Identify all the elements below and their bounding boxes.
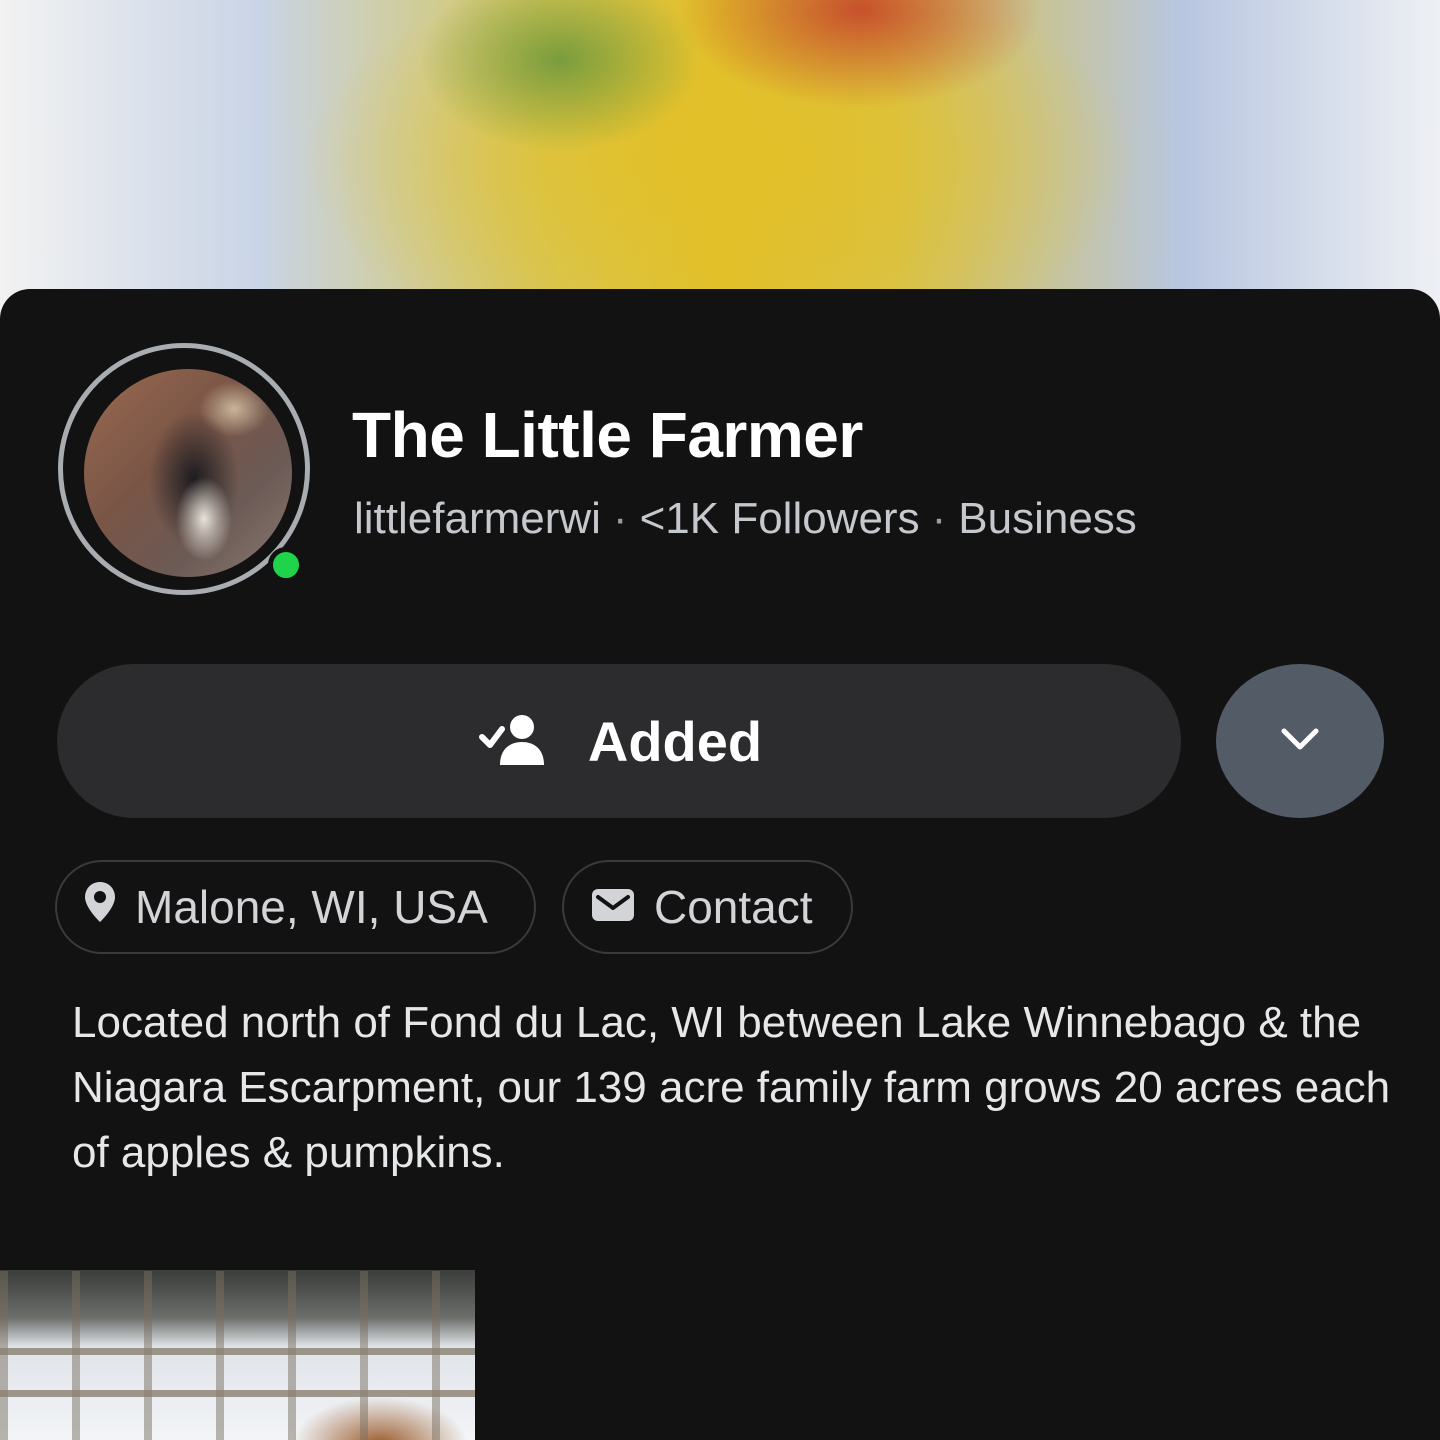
chevron-down-icon: [1278, 725, 1322, 758]
mail-icon: [590, 880, 636, 934]
profile-banner: [0, 0, 1440, 320]
separator: ·: [931, 494, 947, 543]
follower-count: <1K Followers: [639, 494, 920, 543]
thumbnail-fence: [0, 1271, 475, 1440]
avatar[interactable]: [84, 369, 292, 577]
added-button[interactable]: Added: [57, 664, 1181, 818]
account-type: Business: [958, 494, 1137, 543]
location-pin-icon: [83, 880, 117, 935]
online-status-dot: [268, 547, 304, 583]
thumbnail-rail: [0, 1390, 475, 1397]
profile-name: The Little Farmer: [352, 399, 863, 471]
username: littlefarmerwi: [354, 494, 601, 543]
contact-chip[interactable]: Contact: [562, 860, 853, 954]
user-check-icon: [476, 711, 548, 772]
profile-bio: Located north of Fond du Lac, WI between…: [72, 998, 1391, 1177]
contact-label: Contact: [654, 881, 813, 933]
more-options-button[interactable]: [1216, 664, 1384, 818]
separator: ·: [612, 494, 628, 543]
location-label: Malone, WI, USA: [135, 881, 488, 933]
location-chip[interactable]: Malone, WI, USA: [55, 860, 536, 954]
profile-meta: littlefarmerwi · <1K Followers · Business: [354, 494, 1137, 544]
story-thumbnail[interactable]: [0, 1270, 475, 1440]
added-label: Added: [587, 709, 763, 773]
thumbnail-rail: [0, 1348, 475, 1355]
